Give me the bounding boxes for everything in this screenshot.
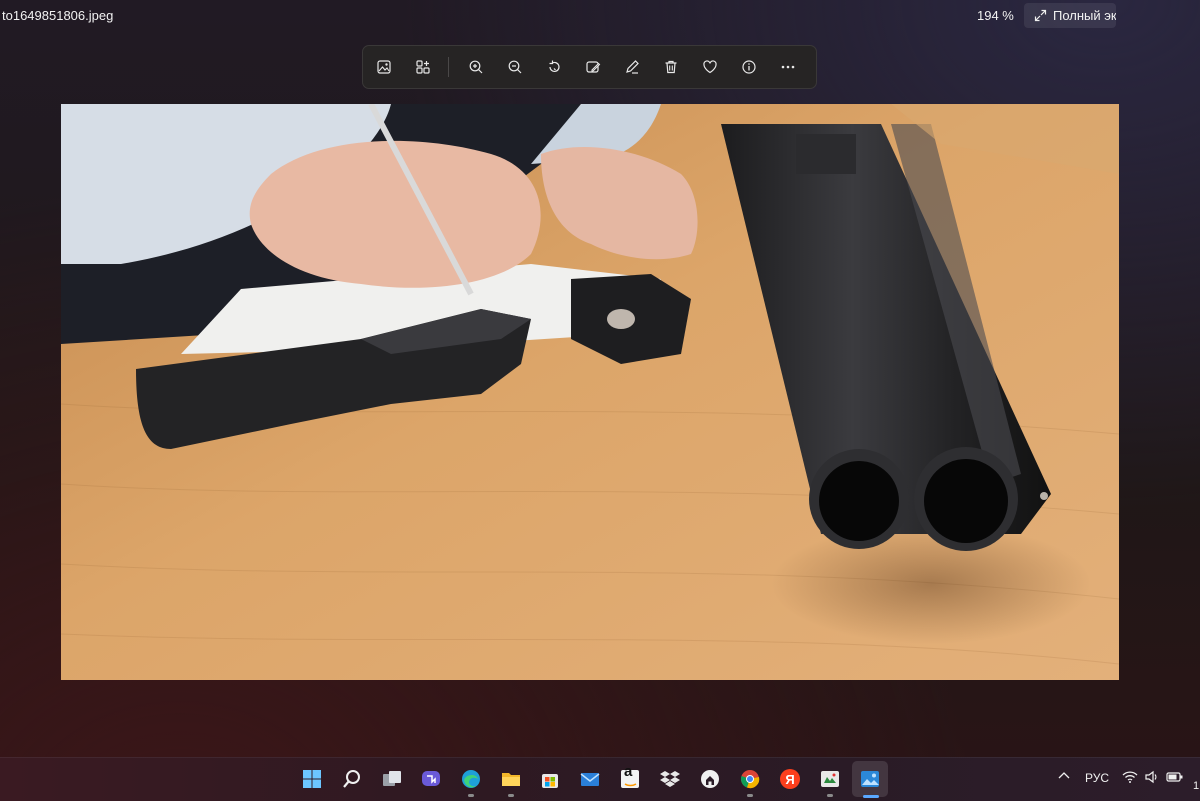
info-icon <box>742 60 757 74</box>
draw-button[interactable] <box>621 55 644 79</box>
edge-icon <box>462 770 480 788</box>
photos-alt-icon <box>821 771 839 787</box>
explorer-running-indicator <box>508 794 514 797</box>
file-explorer-icon <box>502 773 520 786</box>
delete-icon <box>665 60 677 74</box>
favorite-icon <box>703 60 718 74</box>
network-button[interactable] <box>1122 770 1138 787</box>
zoom-out-button[interactable] <box>504 55 527 79</box>
taskbar: Я РУС 1 <box>0 757 1200 801</box>
zoom-out-icon <box>509 60 522 74</box>
teams-icon <box>422 771 440 786</box>
search-icon <box>343 770 360 788</box>
photos-active-indicator <box>863 795 879 798</box>
github-button[interactable] <box>698 767 722 791</box>
mail-button[interactable] <box>578 767 602 791</box>
photos-alt-button[interactable] <box>818 767 842 791</box>
chrome-running-indicator <box>747 794 753 797</box>
chrome-button[interactable] <box>738 767 762 791</box>
file-explorer-button[interactable] <box>499 767 523 791</box>
volume-button[interactable] <box>1144 770 1160 787</box>
crop-button[interactable] <box>411 55 434 79</box>
edge-running-indicator <box>468 794 474 797</box>
crop-icon <box>415 60 430 74</box>
dropbox-button[interactable] <box>658 767 682 791</box>
show-hidden-icons-button[interactable] <box>1057 769 1071 786</box>
language-indicator[interactable]: РУС <box>1085 771 1109 785</box>
mail-icon <box>580 773 600 786</box>
edge-button[interactable] <box>459 767 483 791</box>
rotate-icon <box>549 60 561 73</box>
fullscreen-label: Полный эк <box>1053 8 1116 23</box>
file-title: to1649851806.jpeg <box>2 8 114 23</box>
yandex-letter: Я <box>785 771 795 787</box>
github-icon <box>701 770 719 788</box>
search-button[interactable] <box>340 767 364 791</box>
photo-viewer-image[interactable] <box>61 104 1119 680</box>
delete-button[interactable] <box>660 55 683 79</box>
task-view-button[interactable] <box>380 767 404 791</box>
teams-button[interactable] <box>419 767 443 791</box>
photos-button[interactable] <box>858 767 882 791</box>
edit-icon <box>586 61 601 73</box>
start-button[interactable] <box>300 767 324 791</box>
yandex-button[interactable]: Я <box>778 767 802 791</box>
info-button[interactable] <box>738 55 761 79</box>
toolbar-divider <box>448 57 449 77</box>
chrome-icon <box>740 770 760 789</box>
store-button[interactable] <box>538 767 562 791</box>
battery-icon <box>1166 772 1183 782</box>
favorite-button[interactable] <box>699 55 722 79</box>
more-button[interactable] <box>777 55 800 79</box>
edit-button[interactable] <box>582 55 605 79</box>
image-toolbar <box>362 45 817 89</box>
edit-image-icon <box>376 60 391 74</box>
rotate-button[interactable] <box>543 55 566 79</box>
zoom-level[interactable]: 194 % <box>977 8 1014 23</box>
expand-icon <box>1034 9 1047 22</box>
volume-icon <box>1145 770 1157 784</box>
zoom-in-icon <box>470 60 483 74</box>
draw-icon <box>626 60 640 74</box>
wifi-icon <box>1122 771 1138 783</box>
dropbox-icon <box>660 771 680 787</box>
battery-button[interactable] <box>1166 770 1184 787</box>
chevron-up-icon <box>1058 772 1070 779</box>
amazon-letter: a <box>624 763 633 780</box>
store-icon <box>542 774 558 788</box>
fullscreen-button[interactable]: Полный эк <box>1024 3 1116 28</box>
task-view-icon <box>383 771 401 786</box>
more-icon <box>782 65 795 69</box>
photos-icon <box>861 771 879 787</box>
clock[interactable]: 1 <box>1193 780 1199 792</box>
photo-icon <box>61 104 1119 680</box>
zoom-in-button[interactable] <box>465 55 488 79</box>
start-icon <box>303 770 321 788</box>
photos-alt-running-indicator <box>827 794 833 797</box>
edit-image-button[interactable] <box>372 55 395 79</box>
